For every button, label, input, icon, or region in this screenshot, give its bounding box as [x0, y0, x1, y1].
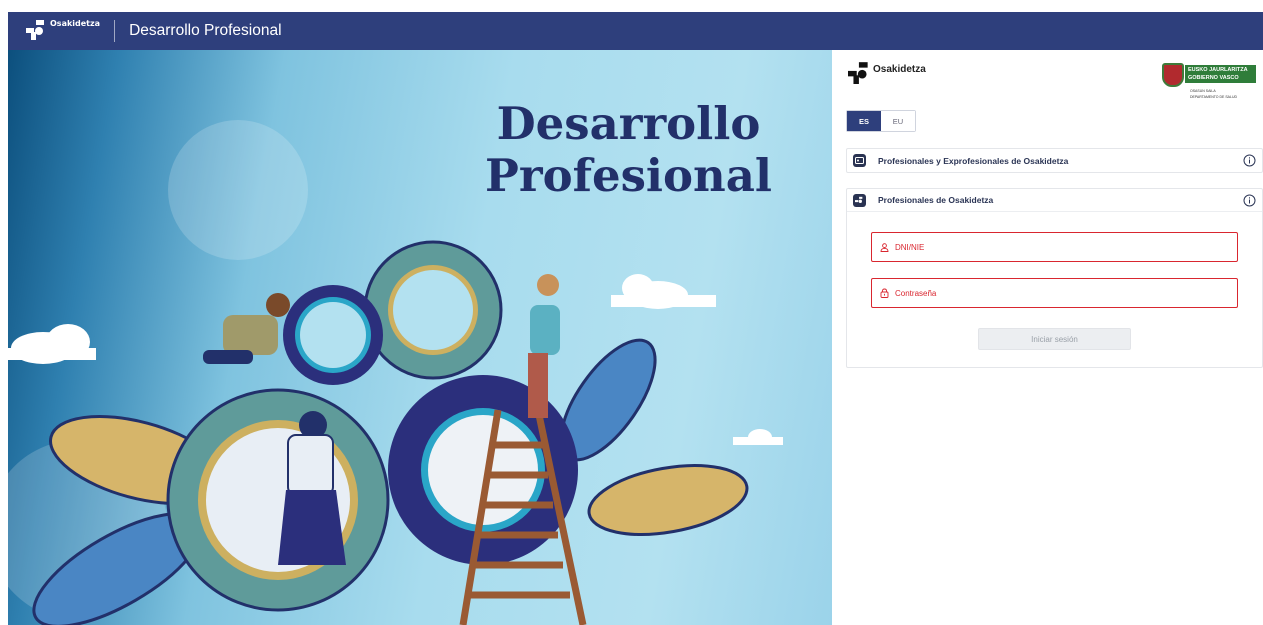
brand-row: Osakidetza EUSKO JAURLARITZA GOBIERNO VA… [848, 60, 1258, 100]
info-icon[interactable] [1243, 194, 1256, 207]
gov-name-line1: EUSKO JAURLARITZA [1188, 67, 1248, 73]
hero-title: Desarrollo Profesional [485, 98, 772, 202]
app-root: Osakidetza Desarrollo Profesional Desarr… [0, 0, 1263, 625]
figure-left [203, 293, 290, 364]
section-profesionales: Profesionales de Osakidetza DNI/NIE Cont… [846, 188, 1263, 368]
dni-placeholder: DNI/NIE [895, 242, 925, 252]
section-exprofesionales[interactable]: Profesionales y Exprofesionales de Osaki… [846, 148, 1263, 173]
section-label: Profesionales y Exprofesionales de Osaki… [878, 155, 1069, 166]
hero-illustration: Desarrollo Profesional [8, 50, 832, 625]
gov-dept: OSASUN SAILA DEPARTAMENTO DE SALUD [1190, 88, 1237, 100]
gov-name-line2: GOBIERNO VASCO [1188, 75, 1239, 81]
osakidetza-logo-icon [26, 20, 44, 40]
section-header[interactable]: Profesionales de Osakidetza [847, 189, 1262, 212]
lock-icon [880, 288, 889, 298]
hero-title-line2: Profesional [485, 149, 772, 202]
user-icon [880, 242, 889, 252]
gobierno-vasco-logo: EUSKO JAURLARITZA GOBIERNO VASCO OSASUN … [1162, 60, 1256, 110]
id-card-icon [853, 154, 866, 167]
password-placeholder: Contraseña [895, 288, 937, 298]
osakidetza-brand-icon [848, 62, 868, 84]
hero-title-line1: Desarrollo [496, 97, 761, 150]
cloud-left [8, 324, 96, 364]
lang-eu-button[interactable]: EU [881, 111, 915, 131]
osakidetza-logo[interactable]: Osakidetza [26, 18, 100, 44]
figure-right [528, 274, 560, 418]
login-button[interactable]: Iniciar sesión [978, 328, 1131, 350]
osakidetza-icon [853, 193, 866, 207]
gov-name: EUSKO JAURLARITZA GOBIERNO VASCO [1185, 65, 1256, 83]
language-switch: ES EU [846, 110, 916, 132]
gov-dept-line2: DEPARTAMENTO DE SALUD [1190, 95, 1238, 99]
brand-text: Osakidetza [873, 64, 926, 75]
cloud-mid [611, 274, 716, 309]
login-panel: Osakidetza EUSKO JAURLARITZA GOBIERNO VA… [832, 50, 1263, 625]
info-icon[interactable] [1243, 154, 1256, 167]
header-divider [114, 20, 116, 42]
section-label: Profesionales de Osakidetza [878, 195, 994, 205]
dni-field[interactable]: DNI/NIE [871, 232, 1238, 262]
password-field[interactable]: Contraseña [871, 278, 1238, 308]
logo-text: Osakidetza [50, 19, 101, 28]
top-bar: Osakidetza Desarrollo Profesional [8, 12, 1263, 50]
section-header[interactable]: Profesionales y Exprofesionales de Osaki… [847, 149, 1262, 172]
osakidetza-brand: Osakidetza [848, 60, 926, 84]
app-title: Desarrollo Profesional [129, 22, 282, 39]
lang-es-button[interactable]: ES [847, 111, 881, 131]
cloud-small [733, 429, 783, 445]
shield-icon [1162, 63, 1184, 87]
